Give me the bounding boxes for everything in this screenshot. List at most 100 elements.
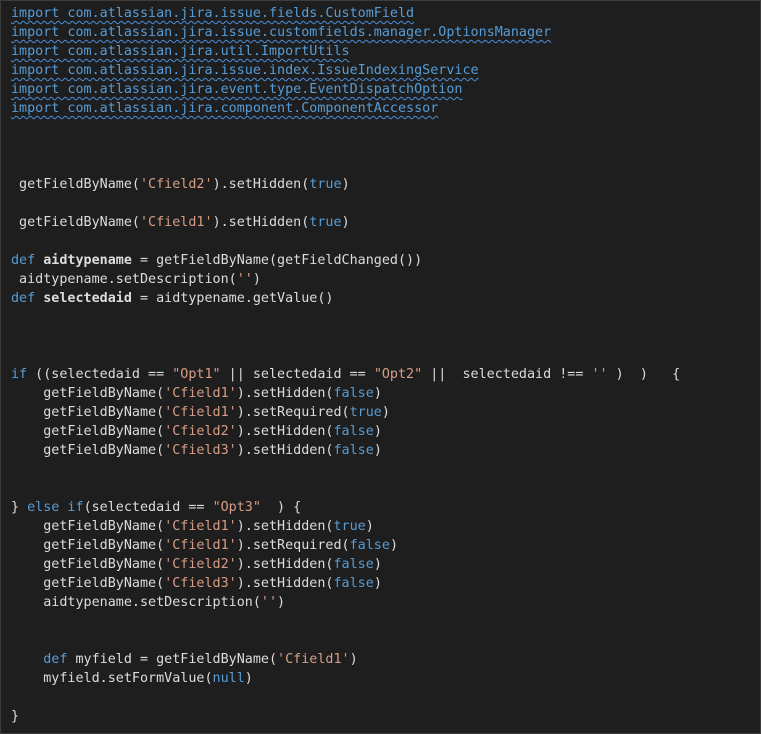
code-text: getFieldByName( xyxy=(11,557,165,572)
code-text: aidtypename.setDescription( xyxy=(11,595,261,610)
code-line: import com.atlassian.jira.event.type.Eve… xyxy=(11,80,680,99)
string-literal: "Opt3" xyxy=(212,500,261,515)
code-line: import com.atlassian.jira.issue.customfi… xyxy=(11,23,680,42)
import-statement: import com.atlassian.jira.event.type.Eve… xyxy=(11,82,463,97)
keyword-token: false xyxy=(333,576,374,591)
code-area[interactable]: import com.atlassian.jira.issue.fields.C… xyxy=(11,4,680,726)
code-text: getFieldByName( xyxy=(11,424,165,439)
code-line: getFieldByName('Cfield1').setHidden(true… xyxy=(11,517,680,536)
code-text: ) xyxy=(341,177,350,192)
code-text: ) xyxy=(252,272,261,287)
keyword-token: true xyxy=(333,519,366,534)
code-text: ).setRequired( xyxy=(236,538,350,553)
code-text: getFieldByName( xyxy=(11,405,165,420)
string-literal: 'Cfield3' xyxy=(164,443,237,458)
string-literal: 'Cfield1' xyxy=(164,386,237,401)
code-text: ) ) { xyxy=(607,367,681,382)
code-line: import com.atlassian.jira.component.Comp… xyxy=(11,99,680,118)
code-line: } else if(selectedaid == "Opt3" ) { xyxy=(11,498,680,517)
code-line: getFieldByName('Cfield3').setHidden(fals… xyxy=(11,441,680,460)
string-literal: 'Cfield2' xyxy=(164,424,237,439)
code-text: getFieldByName( xyxy=(11,519,165,534)
code-line: def aidtypename = getFieldByName(getFiel… xyxy=(11,251,680,270)
code-text: aidtypename.setDescription( xyxy=(11,272,237,287)
string-literal: 'Cfield2' xyxy=(164,557,237,572)
import-statement: import com.atlassian.jira.issue.customfi… xyxy=(11,25,552,40)
code-text: = aidtypename.getValue() xyxy=(131,291,334,306)
keyword-token: true xyxy=(309,215,342,230)
keyword-token: def xyxy=(11,253,44,268)
code-text: ) xyxy=(373,424,382,439)
code-text: getFieldByName( xyxy=(11,538,165,553)
code-text: ).setRequired( xyxy=(236,405,350,420)
code-line: getFieldByName('Cfield2').setHidden(true… xyxy=(11,175,680,194)
variable-name: selectedaid xyxy=(43,291,132,306)
import-statement: import com.atlassian.jira.issue.fields.C… xyxy=(11,6,415,21)
string-literal: 'Cfield2' xyxy=(140,177,213,192)
code-line: myfield.setFormValue(null) xyxy=(11,669,680,688)
code-text: ) xyxy=(373,557,382,572)
code-text: myfield.setFormValue( xyxy=(11,671,213,686)
code-text: ) xyxy=(365,519,374,534)
code-text: } xyxy=(11,709,20,724)
code-text: ).setHidden( xyxy=(212,215,310,230)
string-literal: "Opt1" xyxy=(172,367,221,382)
code-text: getFieldByName( xyxy=(11,576,165,591)
variable-name: aidtypename xyxy=(43,253,132,268)
code-line: import com.atlassian.jira.issue.fields.C… xyxy=(11,4,680,23)
code-line: getFieldByName('Cfield1').setRequired(fa… xyxy=(11,536,680,555)
code-text: myfield = getFieldByName( xyxy=(67,652,278,667)
code-editor[interactable]: import com.atlassian.jira.issue.fields.C… xyxy=(0,0,761,734)
import-statement: import com.atlassian.jira.issue.index.Is… xyxy=(11,63,479,78)
keyword-token: true xyxy=(309,177,342,192)
code-text: ).setHidden( xyxy=(236,557,334,572)
string-literal: '' xyxy=(591,367,608,382)
code-line: if ((selectedaid == "Opt1" || selectedai… xyxy=(11,365,680,384)
keyword-token: else if xyxy=(27,500,84,515)
code-text: getFieldByName( xyxy=(11,386,165,401)
code-line: aidtypename.setDescription('') xyxy=(11,270,680,289)
keyword-token: if xyxy=(11,367,28,382)
string-literal: '' xyxy=(236,272,253,287)
code-text: ).setHidden( xyxy=(212,177,310,192)
code-line: def myfield = getFieldByName('Cfield1') xyxy=(11,650,680,669)
string-literal: 'Cfield3' xyxy=(164,576,237,591)
code-text: ((selectedaid == xyxy=(27,367,173,382)
code-text: ) xyxy=(277,595,286,610)
code-text: ).setHidden( xyxy=(236,424,334,439)
code-text: || selectedaid == xyxy=(220,367,374,382)
import-statement: import com.atlassian.jira.component.Comp… xyxy=(11,101,439,116)
keyword-token: false xyxy=(333,386,374,401)
code-text: (selectedaid == xyxy=(83,500,213,515)
keyword-token: false xyxy=(333,443,374,458)
string-literal: 'Cfield1' xyxy=(277,652,350,667)
import-statement: import com.atlassian.jira.util.ImportUti… xyxy=(11,44,350,59)
code-text: ).setHidden( xyxy=(236,443,334,458)
code-text: getFieldByName( xyxy=(11,177,140,192)
code-text: ) { xyxy=(260,500,302,515)
code-text: ) xyxy=(244,671,253,686)
code-line: import com.atlassian.jira.issue.index.Is… xyxy=(11,61,680,80)
code-text: ).setHidden( xyxy=(236,386,334,401)
code-text: ) xyxy=(373,576,382,591)
string-literal: "Opt2" xyxy=(373,367,423,382)
code-line: aidtypename.setDescription('') xyxy=(11,593,680,612)
keyword-token: null xyxy=(212,671,245,686)
code-text: ) xyxy=(373,443,382,458)
code-line: getFieldByName('Cfield2').setHidden(fals… xyxy=(11,555,680,574)
code-text: || selectedaid !== xyxy=(422,367,592,382)
code-line: getFieldByName('Cfield1').setHidden(fals… xyxy=(11,384,680,403)
code-line: } xyxy=(11,707,680,726)
keyword-token: false xyxy=(333,557,374,572)
code-text: ).setHidden( xyxy=(236,576,334,591)
